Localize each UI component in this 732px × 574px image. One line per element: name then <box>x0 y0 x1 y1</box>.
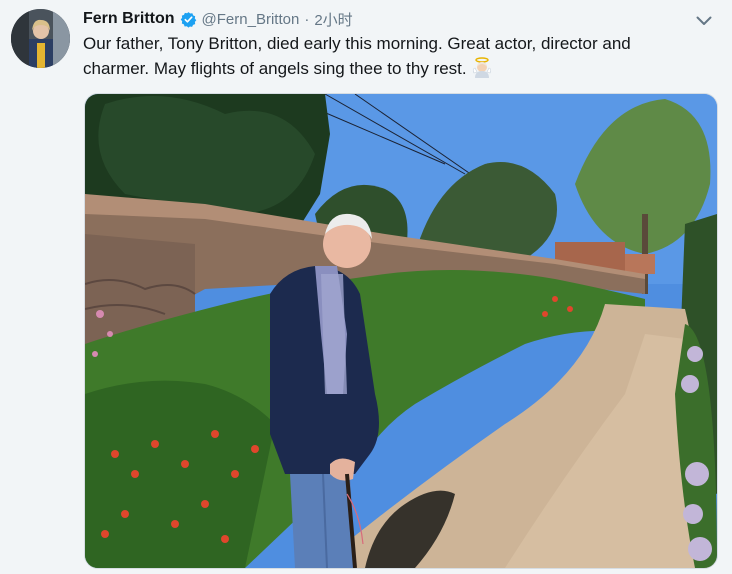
tweet-timestamp[interactable]: 2小时 <box>314 9 352 30</box>
tweet-header: Fern Britton @Fern_Britton · 2小时 <box>83 8 353 30</box>
verified-badge-icon <box>180 11 197 28</box>
angel-emoji-icon <box>471 56 493 78</box>
tweet-text-container: Our father, Tony Britton, died early thi… <box>83 32 683 81</box>
author-handle[interactable]: @Fern_Britton <box>202 11 300 28</box>
chevron-down-icon[interactable] <box>692 10 716 32</box>
avatar[interactable] <box>11 9 70 68</box>
separator-dot: · <box>304 10 310 28</box>
tweet-photo[interactable] <box>84 93 718 569</box>
tweet-card: Fern Britton @Fern_Britton · 2小时 Our fat… <box>0 0 732 574</box>
tweet-text: Our father, Tony Britton, died early thi… <box>83 34 631 78</box>
garden-photo-illustration <box>85 94 717 568</box>
author-name[interactable]: Fern Britton <box>83 10 175 28</box>
